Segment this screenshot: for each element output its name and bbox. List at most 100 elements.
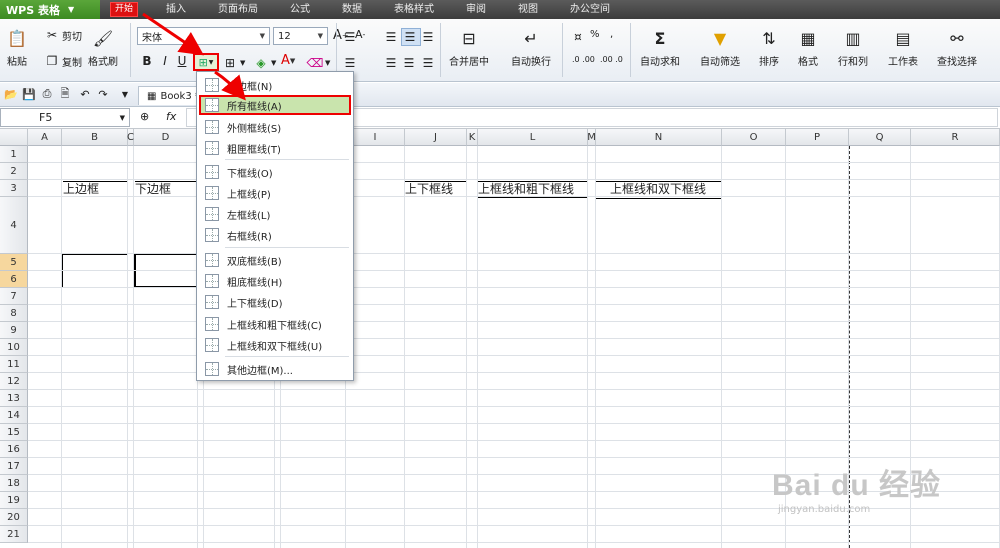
name-box[interactable]: F5 ▼	[0, 108, 130, 127]
paste-button[interactable]: 📋 粘贴	[6, 27, 28, 69]
row-header-3[interactable]: 3	[0, 180, 28, 197]
print-icon[interactable]: ⎙	[40, 87, 54, 101]
align-left-button[interactable]: ☰	[383, 55, 401, 71]
redo-icon[interactable]: ↷	[96, 87, 110, 101]
menu-item-left-border[interactable]: 左框线(L)	[199, 204, 351, 224]
menu-item-more-borders[interactable]: 其他边框(M)...	[199, 359, 351, 379]
open-folder-icon[interactable]: 📂	[4, 87, 18, 101]
row-header-5[interactable]: 5	[0, 254, 28, 271]
menu-item-top-bottom-border[interactable]: 上下框线(D)	[199, 292, 351, 312]
fx-icon[interactable]: fx	[166, 110, 176, 123]
row-header-21[interactable]: 21	[0, 526, 28, 543]
currency-format-button[interactable]: ¤	[570, 29, 588, 45]
menu-item-no-border[interactable]: 无边框(N)	[199, 75, 351, 95]
row-header-13[interactable]: 13	[0, 390, 28, 407]
sort-button[interactable]: ⇅ 排序	[758, 27, 780, 69]
column-header-a[interactable]: A	[28, 129, 62, 146]
fill-color-button[interactable]: ◈ ▼	[253, 55, 276, 71]
row-header-9[interactable]: 9	[0, 322, 28, 339]
tab-office-space[interactable]: 办公空间	[554, 0, 626, 19]
row-header-15[interactable]: 15	[0, 424, 28, 441]
menu-item-double-bottom-border[interactable]: 双底框线(B)	[199, 250, 351, 270]
row-header-12[interactable]: 12	[0, 373, 28, 390]
align-right-button[interactable]: ☰	[420, 55, 438, 71]
chevron-down-icon[interactable]: ▼	[118, 87, 132, 101]
clear-format-button[interactable]: ⌫ ▼	[307, 55, 331, 71]
format-button[interactable]: ▦ 格式	[797, 27, 819, 69]
menu-item-thick-bottom-border[interactable]: 粗底框线(H)	[199, 271, 351, 291]
tab-data[interactable]: 数据	[326, 0, 378, 19]
cut-button[interactable]: ✂ 剪切	[44, 27, 82, 43]
column-header-m[interactable]: M	[587, 129, 596, 146]
column-header-i[interactable]: I	[346, 129, 405, 146]
wrap-text-button[interactable]: ↵ 自动换行	[511, 27, 551, 69]
select-all-corner[interactable]	[0, 129, 28, 146]
tab-table-style[interactable]: 表格样式	[378, 0, 450, 19]
align-top-button[interactable]: ☰	[342, 29, 360, 45]
row-header-10[interactable]: 10	[0, 339, 28, 356]
menu-item-outside-borders[interactable]: 外侧框线(S)	[199, 117, 351, 137]
tab-insert[interactable]: 插入	[150, 0, 202, 19]
copy-button[interactable]: ❐ 复制	[44, 53, 82, 69]
tab-formula[interactable]: 公式	[274, 0, 326, 19]
row-header-8[interactable]: 8	[0, 305, 28, 322]
column-header-o[interactable]: O	[722, 129, 786, 146]
column-header-l[interactable]: L	[478, 129, 588, 146]
menu-item-top-border[interactable]: 上框线(P)	[199, 183, 351, 203]
column-header-n[interactable]: N	[596, 129, 722, 146]
row-header-19[interactable]: 19	[0, 492, 28, 509]
tab-home[interactable]: 开始	[110, 2, 139, 17]
cell-j3[interactable]: 上下框线	[405, 181, 467, 197]
underline-button[interactable]: U	[174, 54, 190, 68]
menu-item-all-borders[interactable]: 所有框线(A)	[199, 95, 351, 115]
tab-page-layout[interactable]: 页面布局	[202, 0, 274, 19]
column-header-r[interactable]: R	[911, 129, 1000, 146]
percent-format-button[interactable]: %	[590, 29, 600, 40]
font-color-button[interactable]: A ▼	[281, 53, 295, 68]
align-center-vertical-button[interactable]: ☰	[401, 28, 421, 46]
save-icon[interactable]: 💾	[22, 87, 36, 101]
row-header-1[interactable]: 1	[0, 146, 28, 163]
indent-button[interactable]: ☰	[342, 55, 360, 71]
row-col-button[interactable]: ▥ 行和列	[838, 27, 868, 69]
find-select-button[interactable]: ⚯ 查找选择	[937, 27, 977, 69]
tab-review[interactable]: 审阅	[450, 0, 502, 19]
cell-d3[interactable]: 下边框	[135, 181, 197, 197]
menu-item-top-double-bottom-border[interactable]: 上框线和双下框线(U)	[199, 335, 351, 355]
font-size-select[interactable]: 12 ▼	[273, 27, 328, 45]
row-header-17[interactable]: 17	[0, 458, 28, 475]
merge-center-button[interactable]: ⊟ 合并居中	[449, 27, 489, 69]
menu-item-top-thick-bottom-border[interactable]: 上框线和粗下框线(C)	[199, 314, 351, 334]
font-name-select[interactable]: 宋体 ▼	[137, 27, 270, 45]
column-header-k[interactable]: K	[467, 129, 478, 146]
undo-icon[interactable]: ↶	[78, 87, 92, 101]
menu-item-thick-box-border[interactable]: 粗匣框线(T)	[199, 138, 351, 158]
bold-button[interactable]: B	[139, 54, 155, 68]
border-style-button[interactable]: ⊞ ▼	[222, 55, 245, 71]
row-header-6[interactable]: 6	[0, 271, 28, 288]
row-header-18[interactable]: 18	[0, 475, 28, 492]
column-header-d[interactable]: D	[134, 129, 198, 146]
autosum-button[interactable]: Σ 自动求和	[640, 27, 680, 69]
menu-item-right-border[interactable]: 右框线(R)	[199, 225, 351, 245]
menu-item-bottom-border[interactable]: 下框线(O)	[199, 162, 351, 182]
bordered-cell-b5[interactable]	[62, 254, 128, 288]
worksheet-button[interactable]: ▤ 工作表	[888, 27, 918, 69]
cell-b3[interactable]: 上边框	[63, 181, 127, 196]
autofilter-button[interactable]: ▼ 自动筛选	[700, 27, 740, 69]
print-preview-icon[interactable]: 🗎	[58, 87, 72, 101]
column-header-q[interactable]: Q	[849, 129, 911, 146]
decrease-decimal-button[interactable]: .00 .0	[600, 55, 623, 64]
column-header-p[interactable]: P	[786, 129, 849, 146]
borders-dropdown-button[interactable]: ⊞ ▼	[193, 53, 219, 71]
align-center-button[interactable]: ☰	[401, 55, 419, 71]
tab-view[interactable]: 视图	[502, 0, 554, 19]
row-header-11[interactable]: 11	[0, 356, 28, 373]
format-painter-button[interactable]: 🖌 格式刷	[88, 27, 118, 69]
align-bottom-button[interactable]: ☰	[420, 29, 438, 45]
italic-button[interactable]: I	[157, 54, 173, 68]
column-header-j[interactable]: J	[405, 129, 467, 146]
comma-format-button[interactable]: ,	[610, 29, 613, 40]
row-header-4[interactable]: 4	[0, 197, 28, 254]
row-header-2[interactable]: 2	[0, 163, 28, 180]
